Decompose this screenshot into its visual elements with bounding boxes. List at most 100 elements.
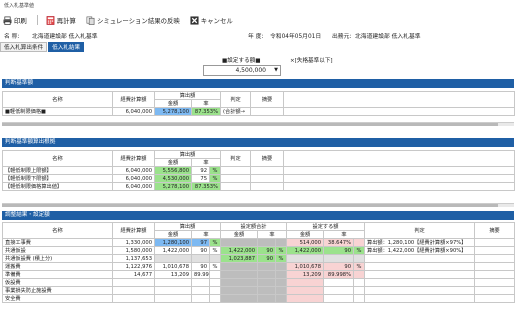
apply-simulation-label: シミュレーション結果の反映	[96, 16, 180, 25]
tab-conditions[interactable]: 低入札算出条件	[0, 42, 48, 52]
row-judge: 算出額：1,422,000【経費計算額×90%】	[364, 246, 476, 255]
row-calc-rate	[191, 294, 210, 303]
apply-simulation-button[interactable]: シミュレーション結果の反映	[86, 16, 180, 25]
row-summary	[250, 166, 284, 175]
table-row: 【軽低制限下限額】 6,040,000 4,530,000 75 %	[2, 174, 515, 183]
col-set-amount: 金額	[286, 230, 325, 239]
scrollbar-thumb[interactable]	[2, 123, 498, 126]
col-setsum-rate: 率	[256, 230, 288, 239]
col-summary: 摘要	[474, 222, 516, 239]
col-calc: 算出額	[154, 150, 221, 159]
row-cost	[112, 278, 155, 287]
row-set-rate	[323, 254, 355, 263]
criteria-table: 名称 経費計算額 算出額 判定 摘要 金額 率 ■軽低制限価格■ 6,040,0…	[2, 91, 516, 116]
scrollbar-thumb[interactable]	[2, 204, 498, 207]
row-setsum-amount	[220, 286, 258, 295]
col-calc-amount: 金額	[154, 230, 192, 239]
row-setsum-unit	[274, 294, 288, 303]
row-set-amount	[286, 278, 325, 287]
setting-note: ×[失格基準以下]	[290, 58, 333, 64]
row-cost: 6,040,000	[112, 182, 155, 191]
row-set-unit	[353, 238, 366, 247]
row-cost: 1,330,000	[112, 238, 155, 247]
window-title: 低入札基準値	[4, 3, 35, 9]
row-setsum-amount: 1,422,000	[220, 246, 258, 255]
row-name: ■軽低制限価格■	[2, 107, 113, 116]
table-row: 準備費14,67713,20989.998%13,20989.998%	[2, 270, 516, 279]
row-set-rate	[323, 278, 355, 287]
row-set-rate: 38.647%	[323, 238, 355, 247]
row-rate: 87.353%	[190, 107, 222, 116]
print-button[interactable]: 印刷	[3, 16, 27, 25]
row-calc-unit	[209, 294, 221, 303]
basis-table: 名称 経費計算額 算出額 判定 摘要 金額 率 【軽低制限上限額】 6,040,…	[2, 150, 515, 191]
row-setsum-rate: 90	[257, 246, 276, 255]
table-row: ■軽低制限価格■ 6,040,000 5,278,100 87.353% (合計…	[2, 107, 516, 116]
col-blank	[283, 91, 516, 108]
row-summary	[474, 294, 516, 303]
row-judge	[364, 278, 476, 287]
row-setsum-amount	[220, 278, 258, 287]
row-calc-rate: 90	[191, 246, 210, 255]
toolbar: 印刷 再計算 シミュレーション結果の反映 キャンセル	[0, 12, 516, 28]
row-set-amount: 514,000	[286, 238, 325, 247]
row-set-amount: 1,010,678	[286, 262, 325, 271]
row-summary	[474, 254, 516, 263]
scrollbar[interactable]	[2, 203, 514, 207]
adjust-table-body: 直接工事費 1,330,000 1,280,100 97% 514,000 38.647%…	[2, 238, 516, 303]
office-label: 出務元:	[332, 34, 352, 40]
year-label: 年 度:	[248, 34, 264, 40]
cancel-button[interactable]: キャンセル	[190, 15, 233, 25]
row-calc-unit: %	[209, 262, 221, 271]
row-set-amount: 1,422,000	[286, 246, 325, 255]
row-cost: 6,040,000	[112, 107, 155, 116]
recalc-button[interactable]: 再計算	[46, 15, 76, 25]
row-set-unit	[353, 286, 366, 295]
row-name: 【軽低制限価格算出値】	[2, 182, 113, 191]
row-setsum-rate	[257, 278, 276, 287]
meta-row: 名 称: 北海道建設部 低入札基準 年 度: 令和04年05月01日 出務元: …	[0, 31, 516, 41]
col-setsum-amount: 金額	[220, 230, 258, 239]
row-amount: 5,278,100	[154, 107, 192, 116]
close-icon	[190, 15, 199, 25]
scrollbar[interactable]	[2, 122, 514, 126]
table-row: 安全費	[2, 294, 516, 303]
col-summary: 摘要	[250, 91, 285, 108]
col-calc-rate: 率	[191, 230, 221, 239]
col-rate: 率	[190, 99, 222, 108]
col-setsum: 設定額合計	[219, 222, 288, 231]
col-name: 名称	[2, 222, 113, 239]
cancel-label: キャンセル	[200, 16, 233, 25]
row-setsum-unit: %	[274, 254, 288, 263]
adjust-table: 名称 経費計算額 算出額 設定額合計 設定する額 判定 摘要 金額 率 金額 率…	[2, 222, 516, 303]
row-calc-rate: 90	[191, 262, 210, 271]
row-summary	[474, 278, 516, 287]
row-summary	[250, 182, 284, 191]
row-summary	[474, 262, 516, 271]
row-summary	[250, 107, 285, 116]
office-value: 北海道建設部 低入札基準	[355, 34, 421, 40]
row-calc-unit	[209, 278, 221, 287]
row-judge	[364, 294, 476, 303]
row-setsum-rate	[257, 262, 276, 271]
col-name: 名称	[2, 91, 113, 108]
setting-dropdown[interactable]: 4,500,000 ▼	[203, 65, 281, 76]
table-row: 仮設費	[2, 278, 516, 287]
row-unit: %	[209, 174, 221, 183]
section-header-criteria: 判断基準額	[2, 79, 514, 88]
row-blank	[283, 174, 515, 183]
row-calc-amount: 1,010,678	[154, 262, 192, 271]
row-judge	[220, 174, 251, 183]
row-rate: 87.353%	[191, 182, 221, 191]
tab-results[interactable]: 低入札結果	[48, 42, 85, 52]
row-summary	[250, 174, 284, 183]
row-setsum-unit	[274, 262, 288, 271]
print-label: 印刷	[14, 16, 27, 25]
row-setsum-amount	[220, 270, 258, 279]
table-row: 【軽低制限上限額】 6,040,000 5,556,800 92 %	[2, 166, 515, 175]
row-cost	[112, 294, 155, 303]
row-set-amount	[286, 286, 325, 295]
table-row: 【軽低制限価格算出値】 6,040,000 5,278,100 87.353%	[2, 182, 515, 191]
row-set-unit: %	[353, 246, 366, 255]
row-cost: 1,580,000	[112, 246, 155, 255]
